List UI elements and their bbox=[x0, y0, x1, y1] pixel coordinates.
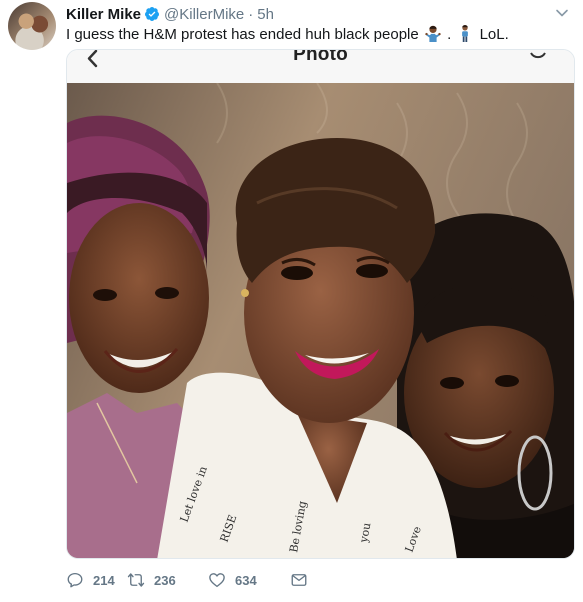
retweet-count: 236 bbox=[154, 572, 176, 588]
reply-count: 214 bbox=[93, 572, 115, 588]
retweet-icon bbox=[127, 573, 145, 587]
tweet-timestamp[interactable]: 5h bbox=[257, 6, 274, 23]
tweet[interactable]: Killer Mike @KillerMike · 5h I guess the… bbox=[0, 0, 583, 602]
direct-message-button[interactable] bbox=[290, 571, 317, 589]
media-title: Photo bbox=[293, 49, 348, 65]
reply-icon bbox=[67, 572, 83, 588]
tweet-actions: 214 236 634 bbox=[66, 570, 317, 590]
heart-icon bbox=[209, 573, 225, 588]
chevron-down-icon[interactable] bbox=[555, 6, 569, 20]
reply-button[interactable]: 214 bbox=[66, 571, 127, 589]
verified-badge-icon bbox=[145, 7, 160, 21]
envelope-icon bbox=[291, 574, 307, 586]
user-handle[interactable]: @KillerMike bbox=[164, 6, 244, 23]
separator-dot: · bbox=[248, 5, 254, 23]
avatar[interactable] bbox=[8, 2, 56, 50]
media-topbar: Photo bbox=[67, 50, 574, 83]
selfie-photo[interactable]: Let love in RISE Be loving you Love bbox=[67, 83, 575, 559]
like-button[interactable]: 634 bbox=[208, 571, 290, 589]
man-shrugging-emoji bbox=[425, 25, 441, 42]
tweet-header: Killer Mike @KillerMike · 5h bbox=[66, 4, 274, 24]
like-count: 634 bbox=[235, 572, 257, 588]
person-standing-emoji bbox=[462, 25, 469, 42]
refresh-icon bbox=[530, 52, 546, 59]
tweet-text: I guess the H&M protest has ended huh bl… bbox=[66, 24, 509, 45]
tweet-media[interactable]: Photo Let love in RISE Be loving you Lov… bbox=[66, 49, 575, 559]
retweet-button[interactable]: 236 bbox=[127, 571, 208, 589]
tweet-text-dot: . bbox=[447, 26, 452, 43]
tweet-text-end: LoL. bbox=[479, 26, 509, 43]
display-name[interactable]: Killer Mike bbox=[66, 6, 141, 23]
tweet-text-main: I guess the H&M protest has ended huh bl… bbox=[66, 26, 419, 43]
